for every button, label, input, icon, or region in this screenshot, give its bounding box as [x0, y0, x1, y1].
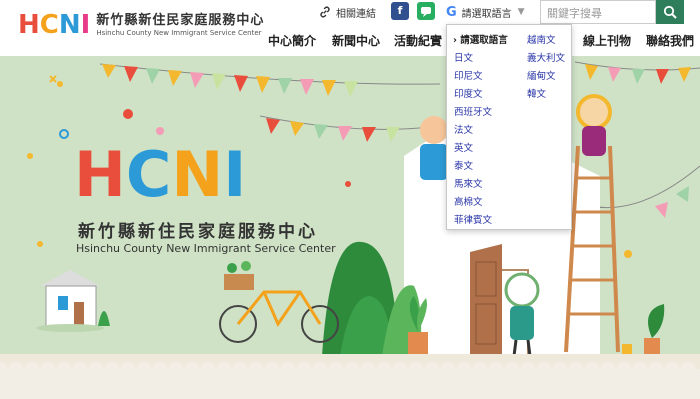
scallop-bump — [520, 362, 536, 378]
lang-option-indonesian[interactable]: 印尼文 — [454, 68, 483, 82]
search-icon — [663, 5, 677, 19]
scallop-bump — [280, 362, 296, 378]
scallop-bump — [24, 362, 40, 378]
scallop-bump — [40, 362, 56, 378]
line-icon[interactable] — [417, 2, 435, 20]
search-input[interactable]: 關鍵字搜尋 — [540, 0, 656, 24]
hero-letter-n: N — [171, 138, 224, 211]
scallop-bump — [248, 362, 264, 378]
nav-item-news[interactable]: 新聞中心 — [332, 32, 380, 49]
hero-letter-i: I — [223, 138, 247, 211]
nav-item-about[interactable]: 中心簡介 — [268, 32, 316, 49]
hero-hcni-logo: H C N I — [74, 142, 246, 208]
scallop-bump — [296, 362, 312, 378]
scallop-bump — [104, 362, 120, 378]
scallop-bump — [536, 362, 552, 378]
scallop-bump — [408, 362, 424, 378]
google-translate-select[interactable]: G 請選取語言 ▼ — [446, 2, 534, 22]
lang-option-hindi[interactable]: 印度文 — [454, 86, 483, 100]
nav-item-contact[interactable]: 聯絡我們 — [646, 32, 694, 49]
scallop-bump — [136, 362, 152, 378]
lang-option-vietnamese[interactable]: 越南文 — [527, 32, 556, 46]
scallop-bump — [648, 362, 664, 378]
scallop-bump — [664, 362, 680, 378]
link-icon — [320, 6, 330, 18]
scallop-bump — [488, 362, 504, 378]
scallop-bump — [232, 362, 248, 378]
scallop-bump — [680, 362, 696, 378]
scallop-bump — [88, 362, 104, 378]
related-links-link[interactable]: 相關連結 — [318, 5, 376, 20]
scallop-bump — [72, 362, 88, 378]
scallop-bump — [424, 362, 440, 378]
chevron-down-icon: ▼ — [517, 7, 525, 17]
scallop-bump — [8, 362, 24, 378]
scallop-bump — [616, 362, 632, 378]
hero-title: 新竹縣新住民家庭服務中心 — [78, 222, 318, 242]
lang-option-thai[interactable]: 泰文 — [454, 158, 473, 172]
lang-option-korean[interactable]: 韓文 — [527, 86, 546, 100]
scalloped-footer-edge — [0, 362, 700, 399]
nav-item-publications[interactable]: 線上刊物 — [583, 32, 631, 49]
lang-option-italian[interactable]: 義大利文 — [527, 50, 565, 64]
lang-option-malay[interactable]: 馬來文 — [454, 176, 483, 190]
google-g-icon: G — [446, 4, 457, 20]
search-button[interactable] — [656, 0, 684, 24]
scallop-bump — [344, 362, 360, 378]
scallop-bump — [600, 362, 616, 378]
scallop-bump — [184, 362, 200, 378]
site-header: H C N I 新竹縣新住民家庭服務中心 Hsinchu County New … — [0, 0, 700, 56]
scallop-bump — [440, 362, 456, 378]
scallop-bump — [456, 362, 472, 378]
scallop-bump — [120, 362, 136, 378]
hero-letter-c: C — [125, 138, 172, 211]
scallop-bump — [216, 362, 232, 378]
scallop-bump — [152, 362, 168, 378]
lang-option-japanese[interactable]: 日文 — [454, 50, 473, 64]
hero-banner: H C N I 新竹縣新住民家庭服務中心 Hsinchu County New … — [0, 56, 700, 399]
facebook-icon[interactable]: f — [391, 2, 409, 20]
lang-option-burmese[interactable]: 緬甸文 — [527, 68, 556, 82]
lang-option-spanish[interactable]: 西班牙文 — [454, 104, 492, 118]
lang-option-filipino[interactable]: 菲律賓文 — [454, 212, 492, 226]
logo-title: 新竹縣新住民家庭服務中心 — [96, 12, 265, 28]
translate-label: 請選取語言 — [461, 8, 512, 20]
scallop-bump — [264, 362, 280, 378]
bunting-flags — [102, 64, 358, 97]
scallop-bump — [568, 362, 584, 378]
scallop-bump — [360, 362, 376, 378]
scallop-bump — [200, 362, 216, 378]
scallop-bump — [168, 362, 184, 378]
line-chat-icon — [421, 7, 431, 17]
scallop-bump — [328, 362, 344, 378]
lang-option-selected[interactable]: › 請選取語言 — [453, 32, 508, 46]
selected-marker-icon: › — [453, 35, 457, 46]
nav-item-events[interactable]: 活動紀實 — [394, 32, 442, 49]
hero-subtitle: Hsinchu County New Immigrant Service Cen… — [76, 242, 336, 255]
lang-option-khmer[interactable]: 高棉文 — [454, 194, 483, 208]
scallop-bump — [56, 362, 72, 378]
lang-option-english[interactable]: 英文 — [454, 140, 473, 154]
lang-option-french[interactable]: 法文 — [454, 122, 473, 136]
related-links-label: 相關連結 — [336, 8, 376, 20]
scallop-bump — [552, 362, 568, 378]
top-links: 相關連結 — [318, 2, 376, 22]
scallop-bump — [312, 362, 328, 378]
scallop-bump — [632, 362, 648, 378]
scallop-bump — [472, 362, 488, 378]
scallop-bump — [584, 362, 600, 378]
language-dropdown-menu: › 請選取語言 日文 印尼文 印度文 西班牙文 法文 英文 泰文 馬來文 高棉文… — [446, 24, 572, 230]
scallop-bump — [392, 362, 408, 378]
main-nav: 中心簡介 新聞中心 活動紀實 線上刊物 聯絡我們 — [0, 32, 700, 52]
scallop-bump — [376, 362, 392, 378]
scallop-bump — [504, 362, 520, 378]
hero-letter-h: H — [74, 138, 126, 211]
